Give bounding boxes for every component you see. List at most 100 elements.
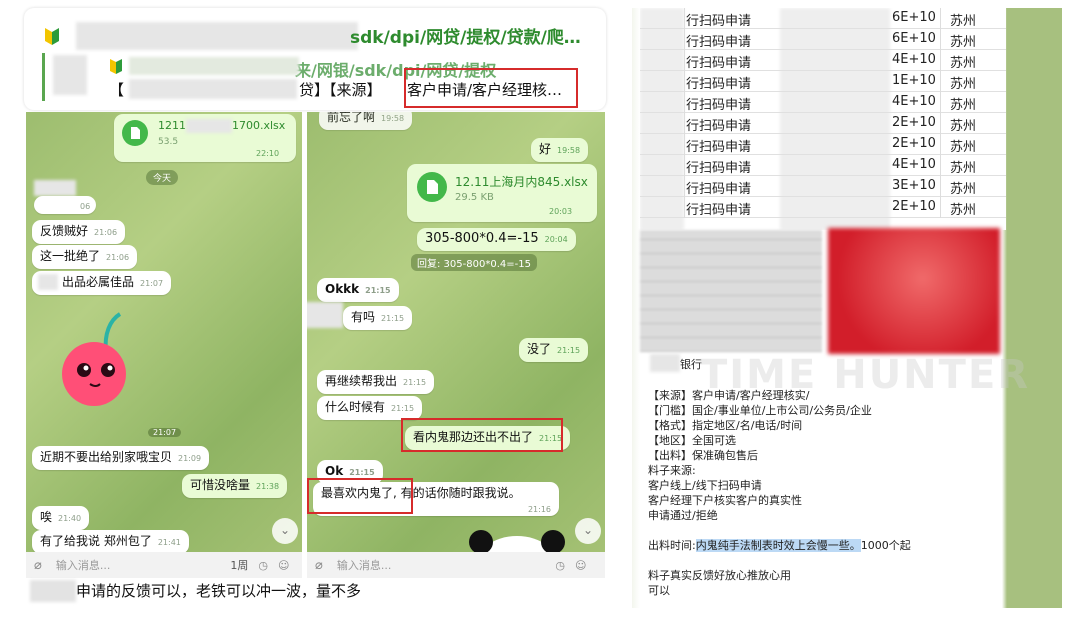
file-icon xyxy=(122,120,148,146)
cell-border xyxy=(684,155,685,176)
table-row: 行扫码申请 3E+10 苏州 xyxy=(640,176,1006,197)
offer-line: 【地区】全国可选 xyxy=(648,434,736,447)
delivery-time-line: 出料时间:内鬼纯手法制表时效上会慢一些。1000个起 xyxy=(648,539,911,552)
message-bubble: 什么时候有 21:15 xyxy=(317,396,423,420)
watermark: TIME HUNTER xyxy=(700,352,1031,398)
message-input[interactable]: ⌀ 输入消息... 1周 ◷ ☺ xyxy=(26,552,302,578)
table-cell: 行扫码申请 xyxy=(686,182,752,197)
attach-icon[interactable]: ⌀ xyxy=(34,558,42,573)
file-name: 12.11上海月内845.xlsx xyxy=(455,175,588,189)
sticker-icon[interactable]: ☺ xyxy=(575,559,586,572)
table-cell: 4E+10 xyxy=(892,52,936,67)
ok-line: 可以 xyxy=(648,584,670,597)
pinned-text-a: 【 xyxy=(109,81,125,99)
group-title: sdk/dpi/网贷/提权/贷款/爬… xyxy=(350,28,581,48)
timer-icon[interactable]: ◷ xyxy=(555,559,565,572)
message-bubble: 06 xyxy=(34,196,97,214)
table-cell: 苏州 xyxy=(950,182,977,197)
table-row: 行扫码申请 4E+10 苏州 xyxy=(640,155,1006,176)
cell-border xyxy=(684,8,685,29)
pinned-thumbnail xyxy=(53,55,87,95)
pinned-text-redacted xyxy=(129,79,297,99)
message-bubble: 前忘了啊 19:58 xyxy=(319,112,413,130)
table-cell: 3E+10 xyxy=(892,178,936,193)
table-cell: 行扫码申请 xyxy=(686,56,752,71)
cell-border xyxy=(940,197,941,218)
red-card-image-redacted xyxy=(828,228,1000,354)
message-bubble: 唉 21:40 xyxy=(32,506,90,530)
reply-preview: 回复: 305-800*0.4=-15 xyxy=(411,254,537,271)
table-cell: 苏州 xyxy=(950,56,977,71)
table-row: 行扫码申请 2E+10 苏州 xyxy=(640,134,1006,155)
offer-line: 客户线上/线下扫码申请 xyxy=(648,479,762,492)
table-cell: 行扫码申请 xyxy=(686,140,752,155)
table-cell: 苏州 xyxy=(950,77,977,92)
message-bubble: 反馈贼好 21:06 xyxy=(32,220,126,244)
table-row: 行扫码申请 2E+10 苏州 xyxy=(640,197,1006,218)
group-name-redacted xyxy=(76,22,358,50)
file-name-tail: 1700.xlsx xyxy=(232,119,286,132)
file-time: 22:10 xyxy=(256,149,280,158)
cell-border xyxy=(684,113,685,134)
beginner-badge-icon xyxy=(109,57,123,75)
timer-icon[interactable]: ◷ xyxy=(258,559,268,572)
chat-middle: 前忘了啊 19:58 好 19:58 12.11上海月内845.xlsx 29.5 … xyxy=(307,112,605,578)
cherry-sticker[interactable] xyxy=(54,310,144,410)
table-cell: 2E+10 xyxy=(892,199,936,214)
chat-header-panel: sdk/dpi/网贷/提权/贷款/爬… 来/网银/sdk/dpi/网贷/提权 【… xyxy=(24,8,606,110)
offer-line: 【门槛】国企/事业单位/上市公司/公务员/企业 xyxy=(648,404,872,417)
cell-border xyxy=(684,197,685,218)
table-row: 行扫码申请 6E+10 苏州 xyxy=(640,29,1006,50)
table-row: 行扫码申请 4E+10 苏州 xyxy=(640,92,1006,113)
table-cell: 1E+10 xyxy=(892,73,936,88)
message-bubble: 近期不要出给别家哦宝贝 21:09 xyxy=(32,446,210,470)
table-cell: 6E+10 xyxy=(892,31,936,46)
cell-border xyxy=(940,8,941,29)
pinned-text-b: 贷】【来源】 xyxy=(299,81,382,99)
message-bubble-out: 没了 21:15 xyxy=(519,338,589,362)
sticker-time: 21:07 xyxy=(148,428,182,437)
offer-line: 料子来源: xyxy=(648,464,696,477)
input-placeholder: 输入消息... xyxy=(55,559,111,572)
cell-border xyxy=(684,29,685,50)
scroll-down-button[interactable]: ⌄ xyxy=(575,518,601,544)
cell-border xyxy=(940,113,941,134)
table-row: 行扫码申请 4E+10 苏州 xyxy=(640,50,1006,71)
table-cell: 苏州 xyxy=(950,203,977,218)
cell-border xyxy=(684,50,685,71)
table-cell: 行扫码申请 xyxy=(686,35,752,50)
feedback-line: 料子真实反馈好放心推放心用 xyxy=(648,569,791,582)
sender-redacted xyxy=(34,180,76,196)
highlight-box-source xyxy=(404,68,578,108)
file-name-redacted xyxy=(186,119,232,133)
file-message[interactable]: 1211 1700.xlsx 53.5 22:10 xyxy=(114,114,296,162)
offer-line: 【格式】指定地区/名/电话/时间 xyxy=(648,419,803,432)
message-bubble: 有了给我说 郑州包了 21:41 xyxy=(32,530,189,554)
file-icon xyxy=(417,172,447,202)
file-size: 29.5 KB xyxy=(455,192,494,203)
table-cell: 行扫码申请 xyxy=(686,14,752,29)
cell-border xyxy=(940,50,941,71)
file-size: 53.5 xyxy=(158,137,179,147)
message-redacted xyxy=(38,274,58,290)
table-cell: 行扫码申请 xyxy=(686,98,752,113)
offer-line: 客户经理下户核实客户的真实性 xyxy=(648,494,802,507)
caption-redacted xyxy=(30,580,76,602)
cell-border xyxy=(940,92,941,113)
sticker-icon[interactable]: ☺ xyxy=(278,559,289,572)
scroll-down-button[interactable]: ⌄ xyxy=(272,518,298,544)
file-message[interactable]: 12.11上海月内845.xlsx 29.5 KB 20:03 xyxy=(407,164,597,222)
attach-icon[interactable]: ⌀ xyxy=(315,558,323,573)
message-input[interactable]: ⌀ 输入消息... ◷ ☺ xyxy=(307,552,605,578)
highlight-box-love xyxy=(307,478,413,514)
bank-label: 银行 xyxy=(680,358,702,371)
cell-border xyxy=(940,29,941,50)
chat-left: 1211 1700.xlsx 53.5 22:10 今天 06 反馈贼好 21:0… xyxy=(26,112,302,578)
bank-redacted xyxy=(650,354,680,372)
table-cell: 行扫码申请 xyxy=(686,119,752,134)
table-row: 行扫码申请 6E+10 苏州 xyxy=(640,8,1006,29)
file-time: 20:03 xyxy=(549,207,573,216)
document-image-redacted xyxy=(640,230,822,352)
message-bubble: 这一批绝了 21:06 xyxy=(32,245,138,269)
offer-line: 【出料】保准确包售后 xyxy=(648,449,758,462)
